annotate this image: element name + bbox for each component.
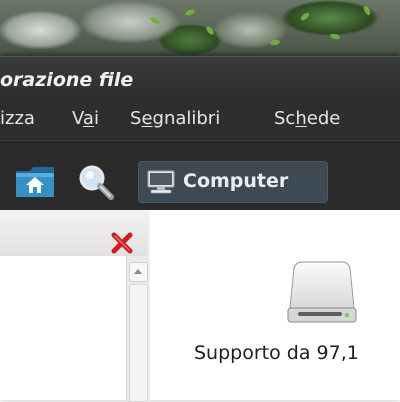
menu-vai[interactable]: Vai: [72, 108, 99, 129]
red-x-icon: [111, 232, 133, 254]
drive-item[interactable]: [284, 258, 360, 330]
side-pane-list[interactable]: [0, 256, 126, 400]
computer-location-button[interactable]: Computer: [138, 161, 328, 203]
wallpaper-leaf: [362, 4, 372, 17]
wallpaper-leaf: [329, 32, 341, 41]
removable-drive-icon: [287, 261, 357, 323]
menu-schede[interactable]: Schede: [274, 108, 340, 129]
wallpaper-leaf: [149, 15, 161, 26]
side-pane-scrollbar[interactable]: [126, 256, 149, 402]
main-pane: Supporto da 97,1: [150, 210, 400, 400]
home-folder-icon: [16, 167, 54, 197]
window-titlebar[interactable]: orazione file: [0, 56, 400, 99]
computer-location-label: Computer: [183, 170, 289, 192]
desktop-wallpaper: [0, 0, 400, 60]
window-title: orazione file: [0, 69, 134, 91]
magnifier-icon: [79, 165, 114, 200]
menu-bar: izza Vai Segnalibri Schede: [0, 98, 400, 141]
wallpaper-leaf: [299, 11, 311, 22]
home-button[interactable]: [14, 165, 56, 199]
scroll-up-button[interactable]: [129, 262, 148, 282]
drive-label: Supporto da 97,1: [194, 342, 359, 364]
file-manager-window: orazione file izza Vai Segnalibri Schede: [0, 56, 400, 402]
menu-visualizza[interactable]: izza: [0, 108, 35, 129]
wallpaper-leaf: [204, 25, 216, 36]
menu-segnalibri[interactable]: Segnalibri: [130, 108, 220, 129]
wallpaper-leaf: [184, 8, 196, 17]
wallpaper-leaf: [269, 39, 281, 46]
computer-icon: [147, 170, 175, 194]
side-pane-header: [0, 218, 148, 257]
location-toolbar: Computer: [0, 140, 400, 211]
search-button[interactable]: [76, 163, 116, 203]
side-pane: [0, 210, 151, 402]
scroll-track[interactable]: [129, 284, 148, 402]
close-side-pane-button[interactable]: [108, 229, 136, 257]
